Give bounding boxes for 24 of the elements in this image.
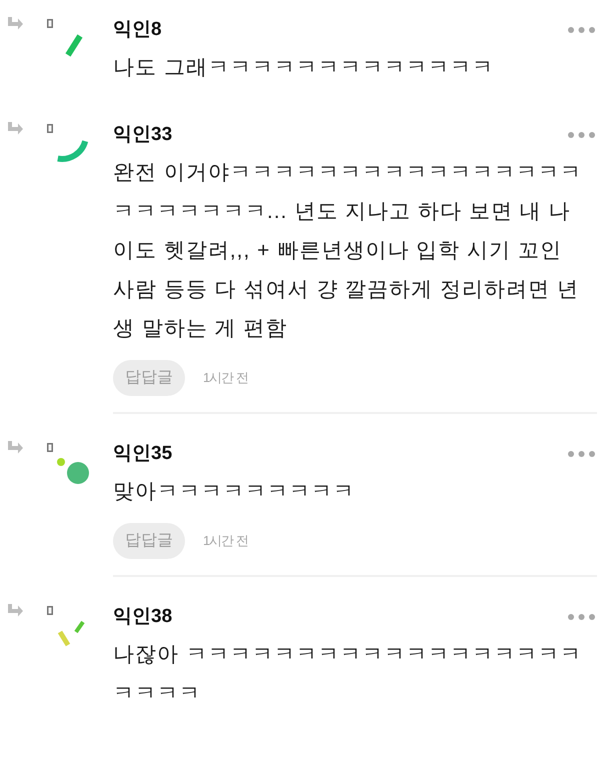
broken-image-icon [47,606,53,615]
reply-arrow-icon [8,17,23,30]
reply-arrow-icon [8,441,23,454]
comment-text: 나잖아 ㅋㅋㅋㅋㅋㅋㅋㅋㅋㅋㅋㅋㅋㅋㅋㅋㅋㅋㅋㅋㅋㅋ [113,642,583,707]
comment-text: 나도 그래ㅋㅋㅋㅋㅋㅋㅋㅋㅋㅋㅋㅋㅋ [113,55,495,81]
reply-button[interactable]: 답답글 [113,523,185,559]
author-name: 익인33 [113,123,172,147]
reply-arrow-icon [8,604,23,617]
broken-image-icon [47,19,53,28]
reply-arrow-icon [8,122,23,135]
more-options-icon[interactable] [568,451,595,457]
author-name: 익인38 [113,605,172,629]
timestamp: 1시간 전 [203,369,248,388]
more-options-icon[interactable] [568,27,595,33]
author-name: 익인35 [113,442,172,466]
reply-button[interactable]: 답답글 [113,360,185,396]
broken-image-icon [47,124,53,133]
broken-image-icon [47,443,53,452]
author-name: 익인8 [113,18,162,42]
comment-text: 맞아ㅋㅋㅋㅋㅋㅋㅋㅋㅋ [113,479,356,505]
more-options-icon[interactable] [568,132,595,138]
timestamp: 1시간 전 [203,532,248,550]
more-options-icon[interactable] [568,614,595,620]
comment-text: 완전 이거야ㅋㅋㅋㅋㅋㅋㅋㅋㅋㅋㅋㅋㅋㅋㅋㅋㅋㅋㅋㅋㅋㅋㅋ... 년도 지나고 하다 보면 내 나이도 헷갈려,,, + 빠른년생이나 입학 시기 꼬인 사람 등등 다 섞여서 걍 깔끔하게 정리하려면 년생 말하는 게 편함 [113,160,583,342]
